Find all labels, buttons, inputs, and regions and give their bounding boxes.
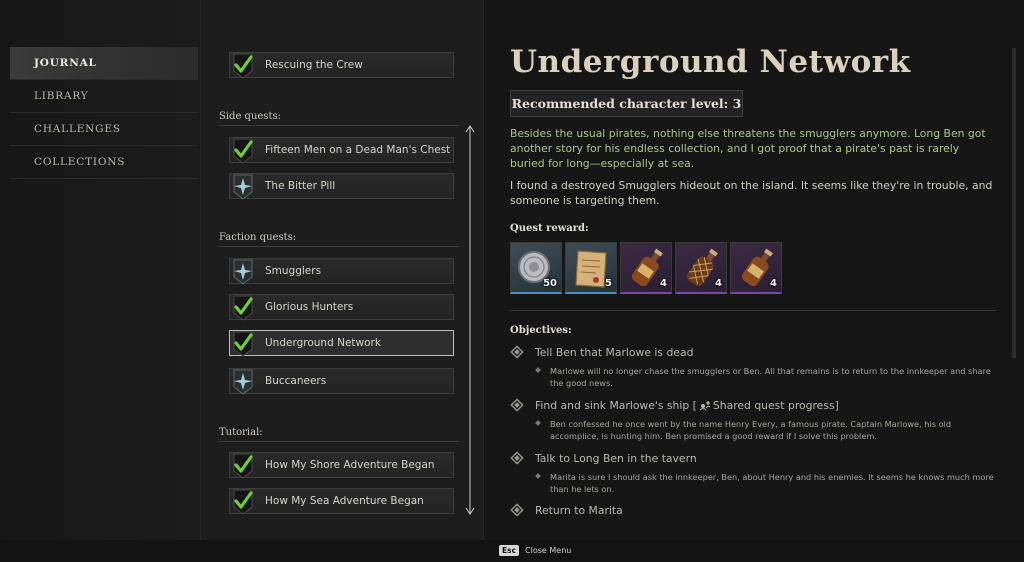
objective-diamond-icon: [510, 345, 524, 359]
objective-item: Find and sink Marlowe's ship [ Shared qu…: [510, 398, 839, 412]
objective-diamond-icon: [510, 398, 524, 412]
quest-lore-text: Besides the usual pirates, nothing else …: [510, 127, 986, 170]
active-quest-star-icon: [231, 259, 255, 285]
bullet-icon: [535, 473, 541, 479]
completed-check-icon: [231, 453, 255, 479]
objective-title: Tell Ben that Marlowe is dead: [535, 345, 694, 359]
objective-title: Return to Marita: [535, 503, 623, 517]
quest-list-panel: Rescuing the Crew Side quests: Fifteen M…: [200, 0, 484, 540]
objective-note-text: Ben confessed he once went by the name H…: [550, 419, 952, 441]
journal-nav: Journal Library Challenges Collections: [0, 0, 200, 540]
shared-progress-icon: [699, 401, 711, 411]
quest-item-glorious-hunters[interactable]: Glorious Hunters: [229, 294, 454, 321]
objective-diamond-icon: [510, 503, 524, 516]
quest-item-underground-network[interactable]: Underground Network: [229, 330, 454, 357]
objective-item: Talk to Long Ben in the tavern: [510, 451, 697, 465]
active-quest-star-icon: [231, 369, 255, 395]
nav-list: Journal Library Challenges Collections: [10, 47, 198, 179]
reward-count: 4: [715, 278, 722, 289]
reward-count: 4: [770, 278, 777, 289]
quest-label: Underground Network: [265, 337, 381, 349]
objective-note: Marlowe will no longer chase the smuggle…: [535, 365, 996, 389]
bullet-icon: [535, 420, 541, 426]
completed-check-icon: [231, 489, 255, 515]
detail-scrollbar[interactable]: [1012, 48, 1016, 358]
reward-count: 5: [605, 278, 612, 289]
quest-label: Rescuing the Crew: [265, 59, 363, 71]
quest-label: Smugglers: [265, 265, 322, 277]
objectives-label: Objectives:: [510, 325, 572, 336]
objective-title: Talk to Long Ben in the tavern: [535, 451, 697, 465]
reward-rum-bottle[interactable]: 4: [730, 242, 782, 294]
esc-key-icon: Esc: [499, 545, 520, 556]
reward-count: 4: [660, 278, 667, 289]
quest-item-buccaneers[interactable]: Buccaneers: [229, 368, 454, 395]
reward-parchment[interactable]: 5: [565, 242, 617, 294]
section-label-tutorial: Tutorial:: [219, 427, 459, 442]
quest-detail-panel: Underground Network Recommended characte…: [484, 0, 1024, 540]
nav-item-library[interactable]: Library: [10, 80, 198, 113]
reward-silver-coin[interactable]: 50: [510, 242, 562, 294]
objective-title-suffix: Shared quest progress]: [712, 398, 839, 412]
nav-item-challenges[interactable]: Challenges: [10, 113, 198, 146]
section-label-side: Side quests:: [219, 111, 459, 126]
quest-item-sea-adventure[interactable]: How My Sea Adventure Began: [229, 488, 454, 515]
nav-item-collections[interactable]: Collections: [10, 146, 198, 179]
reward-netted-bottle[interactable]: 4: [675, 242, 727, 294]
close-menu-label: Close Menu: [525, 546, 572, 555]
section-divider: [510, 310, 996, 311]
quest-item-fifteen-men[interactable]: Fifteen Men on a Dead Man's Chest: [229, 137, 454, 164]
objective-note-text: Marita is sure I should ask the innkeepe…: [550, 472, 994, 494]
quest-label: The Bitter Pill: [265, 180, 336, 192]
objective-note: Marita is sure I should ask the innkeepe…: [535, 471, 996, 495]
close-menu-hint[interactable]: Esc Close Menu: [499, 545, 571, 556]
objective-note-text: Marlowe will no longer chase the smuggle…: [550, 366, 991, 388]
quest-item-shore-adventure[interactable]: How My Shore Adventure Began: [229, 452, 454, 479]
quest-item-bitter-pill[interactable]: The Bitter Pill: [229, 173, 454, 200]
objective-item: Tell Ben that Marlowe is dead: [510, 345, 693, 359]
quest-description-text: I found a destroyed Smugglers hideout on…: [510, 179, 993, 207]
objective-note: Ben confessed he once went by the name H…: [535, 418, 996, 442]
section-label-faction: Faction quests:: [219, 232, 459, 247]
objective-item: Return to Marita: [510, 503, 623, 516]
quest-label: Fifteen Men on a Dead Man's Chest: [265, 144, 451, 156]
completed-check-icon: [231, 331, 255, 357]
reward-rum-bottle[interactable]: 4: [620, 242, 672, 294]
quest-label: Buccaneers: [265, 375, 327, 387]
quest-label: Glorious Hunters: [265, 301, 354, 313]
recommended-level-badge: Recommended character level: 3: [510, 90, 743, 117]
completed-check-icon: [231, 295, 255, 321]
objective-diamond-icon: [510, 451, 524, 465]
quest-list-scrollbar[interactable]: [464, 124, 476, 516]
quest-title: Underground Network: [510, 44, 911, 80]
bottom-hint-bar: Esc Close Menu: [0, 540, 1024, 562]
quest-item-rescuing-the-crew[interactable]: Rescuing the Crew: [229, 52, 454, 79]
completed-check-icon: [231, 138, 255, 164]
quest-detail-content: Underground Network Recommended characte…: [510, 0, 998, 516]
bullet-icon: [535, 367, 541, 373]
active-quest-star-icon: [231, 174, 255, 200]
quest-label: How My Sea Adventure Began: [265, 495, 424, 507]
quest-label: How My Shore Adventure Began: [265, 459, 435, 471]
completed-check-icon: [231, 53, 255, 79]
quest-reward-label: Quest reward:: [510, 223, 589, 234]
quest-item-smugglers[interactable]: Smugglers: [229, 258, 454, 285]
nav-item-journal[interactable]: Journal: [10, 47, 198, 80]
objective-title: Find and sink Marlowe's ship [: [535, 398, 697, 412]
reward-list: 50 5 4 4 4: [510, 242, 782, 294]
reward-count: 50: [543, 278, 557, 289]
